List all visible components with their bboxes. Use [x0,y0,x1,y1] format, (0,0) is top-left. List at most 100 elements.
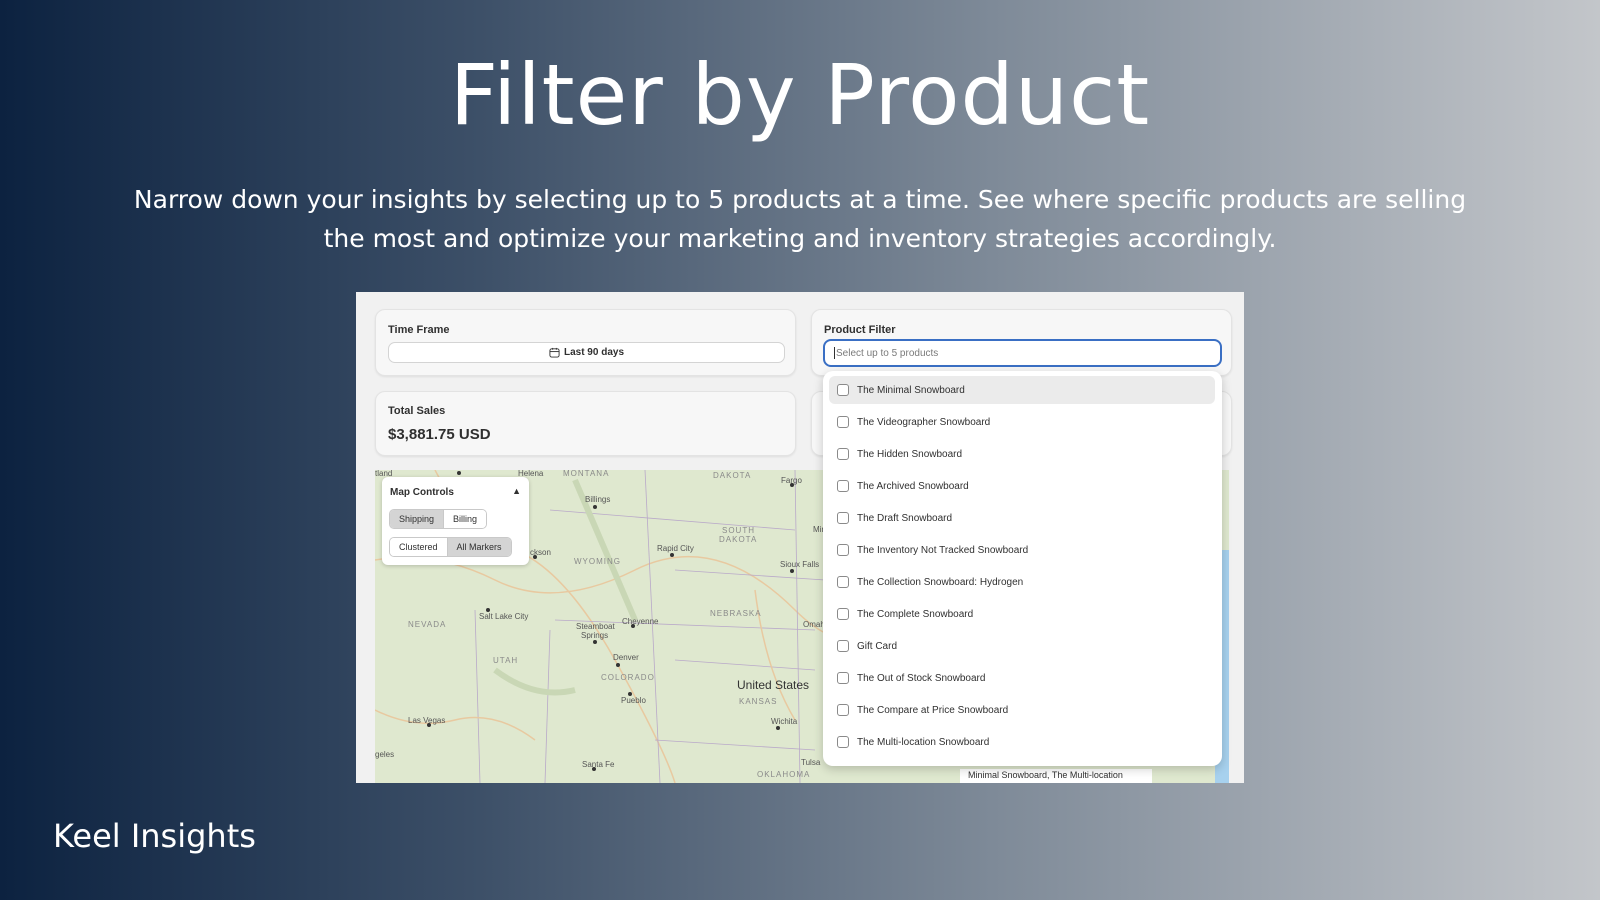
checkbox[interactable] [837,576,849,588]
map-label-tulsa: Tulsa [801,758,821,767]
product-option-label: The Draft Snowboard [857,512,953,524]
map-label-rapid-city: Rapid City [657,544,694,553]
product-option-label: The Minimal Snowboard [857,384,965,396]
map-marker[interactable] [593,505,597,509]
map-label-wichita: Wichita [771,717,798,726]
product-option[interactable]: The Out of Stock Snowboard [829,664,1215,692]
map-label-cheyenne: Cheyenne [622,617,659,626]
collapse-icon[interactable]: ▲ [512,486,521,496]
product-filter-placeholder: Select up to 5 products [836,347,939,359]
product-option[interactable]: The Complete Snowboard [829,600,1215,628]
map-marker[interactable] [457,471,461,475]
product-dropdown: The Minimal Snowboard The Videographer S… [823,371,1222,766]
checkbox[interactable] [837,512,849,524]
marker-mode-toggle: Clustered All Markers [389,537,512,557]
map-state-nevada: NEVADA [408,620,447,629]
product-option[interactable]: The Draft Snowboard [829,504,1215,532]
clustered-button[interactable]: Clustered [390,538,448,556]
map-label-salt-lake-city: Salt Lake City [479,612,529,621]
product-option-label: Gift Card [857,640,898,652]
map-label-santa-fe: Santa Fe [582,760,615,769]
map-state-utah: UTAH [493,656,519,665]
address-type-toggle: Shipping Billing [389,509,488,529]
product-option[interactable]: The Videographer Snowboard [829,408,1215,436]
map-label-united-states: United States [737,678,810,692]
map-marker[interactable] [486,608,490,612]
map-marker-tooltip: Minimal Snowboard, The Multi-location [960,769,1152,783]
billing-button[interactable]: Billing [444,510,487,528]
checkbox[interactable] [837,640,849,652]
product-option[interactable]: The Minimal Snowboard [829,376,1215,404]
time-frame-label: Time Frame [388,324,450,336]
product-option-label: The Videographer Snowboard [857,416,991,428]
total-sales-card: Total Sales $3,881.75 USD [375,391,796,456]
checkbox[interactable] [837,608,849,620]
map-label-omaha: Omah [803,620,825,629]
map-marker[interactable] [670,553,674,557]
all-markers-button[interactable]: All Markers [447,538,511,556]
map-label-pueblo: Pueblo [621,696,646,705]
product-filter-label: Product Filter [824,324,896,336]
checkbox[interactable] [837,672,849,684]
checkbox[interactable] [837,480,849,492]
checkbox[interactable] [837,448,849,460]
checkbox[interactable] [837,416,849,428]
map-state-kansas: KANSAS [739,697,778,706]
product-option-label: The Multi-location Snowboard [857,736,990,748]
product-option[interactable]: The Archived Snowboard [829,472,1215,500]
total-sales-label: Total Sales [388,405,446,417]
map-label-sioux-falls: Sioux Falls [780,560,820,569]
product-option[interactable]: The Multi-location Snowboard [829,728,1215,756]
total-sales-value: $3,881.75 USD [388,426,491,443]
slide-title: Filter by Product [449,46,1151,144]
checkbox[interactable] [837,704,849,716]
product-option-label: The Archived Snowboard [857,480,969,492]
map-marker[interactable] [533,555,537,559]
checkbox[interactable] [837,736,849,748]
text-caret [834,347,835,359]
map-marker[interactable] [790,569,794,573]
product-option[interactable]: Gift Card [829,632,1215,660]
product-filter-card: Product Filter Select up to 5 products [811,309,1232,376]
map-state-south: SOUTH [722,526,755,535]
time-frame-card: Time Frame Last 90 days [375,309,796,376]
brand-logo: Keel Insights [53,817,256,855]
time-frame-button[interactable]: Last 90 days [388,342,785,363]
checkbox[interactable] [837,384,849,396]
product-option-label: The Inventory Not Tracked Snowboard [857,544,1029,556]
map-marker[interactable] [790,483,794,487]
map-label-billings: Billings [585,495,611,504]
shipping-button[interactable]: Shipping [390,510,445,528]
product-option-label: The Compare at Price Snowboard [857,704,1009,716]
map-state-oklahoma: OKLAHOMA [757,770,811,779]
map-state-montana: MONTANA [563,470,610,478]
map-marker[interactable] [776,726,780,730]
product-option[interactable]: The Inventory Not Tracked Snowboard [829,536,1215,564]
product-option[interactable]: The Hidden Snowboard [829,440,1215,468]
checkbox[interactable] [837,544,849,556]
map-state-north-dakota: DAKOTA [713,471,752,480]
product-option-label: The Out of Stock Snowboard [857,672,986,684]
product-option[interactable]: The Collection Snowboard: Hydrogen [829,568,1215,596]
map-marker[interactable] [628,692,632,696]
product-filter-input[interactable]: Select up to 5 products [823,339,1222,367]
slide-subtitle: Narrow down your insights by selecting u… [133,185,1467,253]
product-option-label: The Collection Snowboard: Hydrogen [857,576,1024,588]
map-controls-title: Map Controls [390,487,454,498]
map-marker[interactable] [616,663,620,667]
map-state-south-dakota: DAKOTA [719,535,758,544]
map-state-nebraska: NEBRASKA [710,609,762,618]
map-marker[interactable] [427,723,431,727]
product-option[interactable]: The Compare at Price Snowboard [829,696,1215,724]
map-marker[interactable] [631,624,635,628]
product-option-label: The Complete Snowboard [857,608,974,620]
map-label-los-angeles: geles [375,750,395,759]
map-state-wyoming: WYOMING [574,557,621,566]
map-marker[interactable] [593,640,597,644]
time-frame-value: Last 90 days [563,347,625,358]
map-marker[interactable] [592,767,596,771]
calendar-icon [549,347,560,358]
map-label-steamboat: Steamboat [576,622,615,631]
map-state-colorado: COLORADO [601,673,655,682]
map-label-springs: Springs [581,631,609,640]
